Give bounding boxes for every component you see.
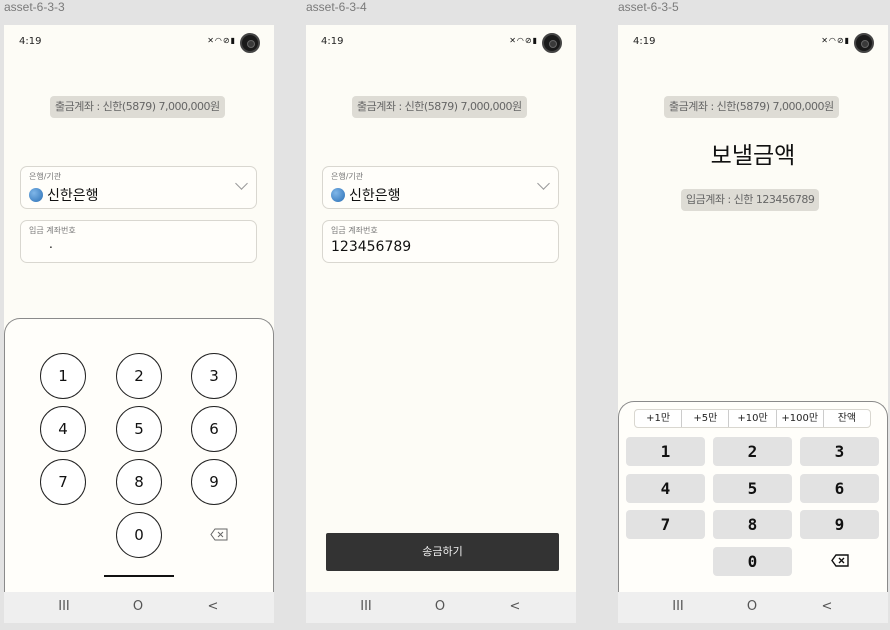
android-navbar: III O < bbox=[618, 592, 888, 623]
wifi-icon: ◠ bbox=[828, 36, 837, 45]
home-icon[interactable]: O bbox=[128, 599, 148, 614]
quick-amount-50k[interactable]: +5만 bbox=[682, 410, 730, 427]
numpad-key-4[interactable]: 4 bbox=[40, 406, 86, 452]
bank-select-field[interactable]: 은행/기관 신한은행 bbox=[322, 166, 559, 209]
account-number-field[interactable]: 입금 계좌번호 . bbox=[20, 220, 257, 263]
battery-icon: ▮ bbox=[230, 36, 236, 45]
account-field-label: 입금 계좌번호 bbox=[29, 226, 76, 235]
home-icon[interactable]: O bbox=[742, 599, 762, 614]
mute-icon: ✕ bbox=[821, 36, 829, 45]
numpad-key-6[interactable]: 6 bbox=[191, 406, 237, 452]
phone-screen-amount-entry: 4:19 ✕◠⊘▮ 출금계좌 : 신한(5879) 7,000,000원 보낼금… bbox=[618, 25, 888, 623]
quick-amount-100k[interactable]: +10만 bbox=[729, 410, 777, 427]
mute-icon: ✕ bbox=[207, 36, 215, 45]
status-bar: 4:19 ✕◠⊘▮ bbox=[306, 25, 576, 59]
source-account-chip: 출금계좌 : 신한(5879) 7,000,000원 bbox=[352, 96, 527, 118]
frame-label: asset-6-3-5 bbox=[618, 0, 679, 14]
account-field-cursor: . bbox=[49, 237, 53, 251]
source-account-chip: 출금계좌 : 신한(5879) 7,000,000원 bbox=[664, 96, 839, 118]
keypad-key-7[interactable]: 7 bbox=[626, 510, 705, 539]
send-money-button[interactable]: 송금하기 bbox=[326, 533, 559, 571]
numpad-key-8[interactable]: 8 bbox=[116, 459, 162, 505]
keypad-key-0[interactable]: 0 bbox=[713, 547, 792, 576]
no-disturb-icon: ⊘ bbox=[524, 36, 533, 45]
keypad-key-6[interactable]: 6 bbox=[800, 474, 879, 503]
quick-amount-bar: +1만 +5만 +10만 +100만 잔액 bbox=[634, 409, 871, 428]
battery-icon: ▮ bbox=[532, 36, 538, 45]
bank-name: 신한은행 bbox=[349, 188, 401, 204]
frame-label: asset-6-3-3 bbox=[4, 0, 65, 14]
recent-apps-icon[interactable]: III bbox=[54, 599, 74, 614]
wifi-icon: ◠ bbox=[214, 36, 223, 45]
bank-field-value: 신한은행 bbox=[331, 185, 401, 205]
status-time: 4:19 bbox=[19, 36, 42, 47]
status-icons: ✕◠⊘▮ bbox=[207, 36, 236, 45]
camera-icon bbox=[854, 33, 874, 53]
numpad-key-0[interactable]: 0 bbox=[116, 512, 162, 558]
no-disturb-icon: ⊘ bbox=[836, 36, 845, 45]
status-time: 4:19 bbox=[633, 36, 656, 47]
keypad-key-3[interactable]: 3 bbox=[800, 437, 879, 466]
amount-title: 보낼금액 bbox=[710, 143, 796, 169]
numpad-key-9[interactable]: 9 bbox=[191, 459, 237, 505]
recent-apps-icon[interactable]: III bbox=[668, 599, 688, 614]
status-time: 4:19 bbox=[321, 36, 344, 47]
camera-icon bbox=[542, 33, 562, 53]
bank-globe-icon bbox=[29, 188, 43, 202]
phone-screen-account-entered: 4:19 ✕◠⊘▮ 출금계좌 : 신한(5879) 7,000,000원 은행/… bbox=[306, 25, 576, 623]
quick-amount-balance[interactable]: 잔액 bbox=[824, 410, 870, 427]
backspace-icon[interactable] bbox=[210, 528, 228, 541]
keypad-key-8[interactable]: 8 bbox=[713, 510, 792, 539]
status-icons: ✕◠⊘▮ bbox=[509, 36, 538, 45]
wifi-icon: ◠ bbox=[516, 36, 525, 45]
chevron-down-icon bbox=[235, 177, 248, 190]
account-field-value: 123456789 bbox=[331, 239, 412, 255]
home-indicator bbox=[104, 575, 174, 577]
status-icons: ✕◠⊘▮ bbox=[821, 36, 850, 45]
numpad-key-1[interactable]: 1 bbox=[40, 353, 86, 399]
numpad-key-2[interactable]: 2 bbox=[116, 353, 162, 399]
chevron-down-icon bbox=[537, 177, 550, 190]
camera-icon bbox=[240, 33, 260, 53]
numpad-key-3[interactable]: 3 bbox=[191, 353, 237, 399]
quick-amount-1m[interactable]: +100만 bbox=[777, 410, 824, 427]
back-icon[interactable]: < bbox=[203, 599, 223, 614]
keypad-key-9[interactable]: 9 bbox=[800, 510, 879, 539]
numpad-key-5[interactable]: 5 bbox=[116, 406, 162, 452]
phone-screen-bank-select: 4:19 ✕◠⊘▮ 출금계좌 : 신한(5879) 7,000,000원 은행/… bbox=[4, 25, 274, 623]
source-account-chip: 출금계좌 : 신한(5879) 7,000,000원 bbox=[50, 96, 225, 118]
keypad-key-1[interactable]: 1 bbox=[626, 437, 705, 466]
destination-account-chip: 입금계좌 : 신한 123456789 bbox=[681, 189, 820, 211]
status-bar: 4:19 ✕◠⊘▮ bbox=[618, 25, 888, 59]
keypad-key-2[interactable]: 2 bbox=[713, 437, 792, 466]
bank-field-value: 신한은행 bbox=[29, 185, 99, 205]
android-navbar: III O < bbox=[4, 592, 274, 623]
amount-keypad-sheet: +1만 +5만 +10만 +100만 잔액 1 2 3 4 5 6 7 8 9 … bbox=[618, 401, 888, 592]
back-icon[interactable]: < bbox=[505, 599, 525, 614]
numpad-key-7[interactable]: 7 bbox=[40, 459, 86, 505]
backspace-icon[interactable] bbox=[831, 554, 849, 567]
numpad-sheet: 1 2 3 4 5 6 7 8 9 0 bbox=[4, 318, 274, 592]
recent-apps-icon[interactable]: III bbox=[356, 599, 376, 614]
keypad-key-5[interactable]: 5 bbox=[713, 474, 792, 503]
account-number-field[interactable]: 입금 계좌번호 123456789 bbox=[322, 220, 559, 263]
keypad-key-4[interactable]: 4 bbox=[626, 474, 705, 503]
bank-name: 신한은행 bbox=[47, 188, 99, 204]
home-icon[interactable]: O bbox=[430, 599, 450, 614]
no-disturb-icon: ⊘ bbox=[222, 36, 231, 45]
android-navbar: III O < bbox=[306, 592, 576, 623]
bank-select-field[interactable]: 은행/기관 신한은행 bbox=[20, 166, 257, 209]
battery-icon: ▮ bbox=[844, 36, 850, 45]
mute-icon: ✕ bbox=[509, 36, 517, 45]
bank-field-label: 은행/기관 bbox=[29, 172, 62, 181]
status-bar: 4:19 ✕◠⊘▮ bbox=[4, 25, 274, 59]
quick-amount-10k[interactable]: +1만 bbox=[635, 410, 683, 427]
bank-field-label: 은행/기관 bbox=[331, 172, 364, 181]
account-field-label: 입금 계좌번호 bbox=[331, 226, 378, 235]
back-icon[interactable]: < bbox=[817, 599, 837, 614]
bank-globe-icon bbox=[331, 188, 345, 202]
frame-label: asset-6-3-4 bbox=[306, 0, 367, 14]
